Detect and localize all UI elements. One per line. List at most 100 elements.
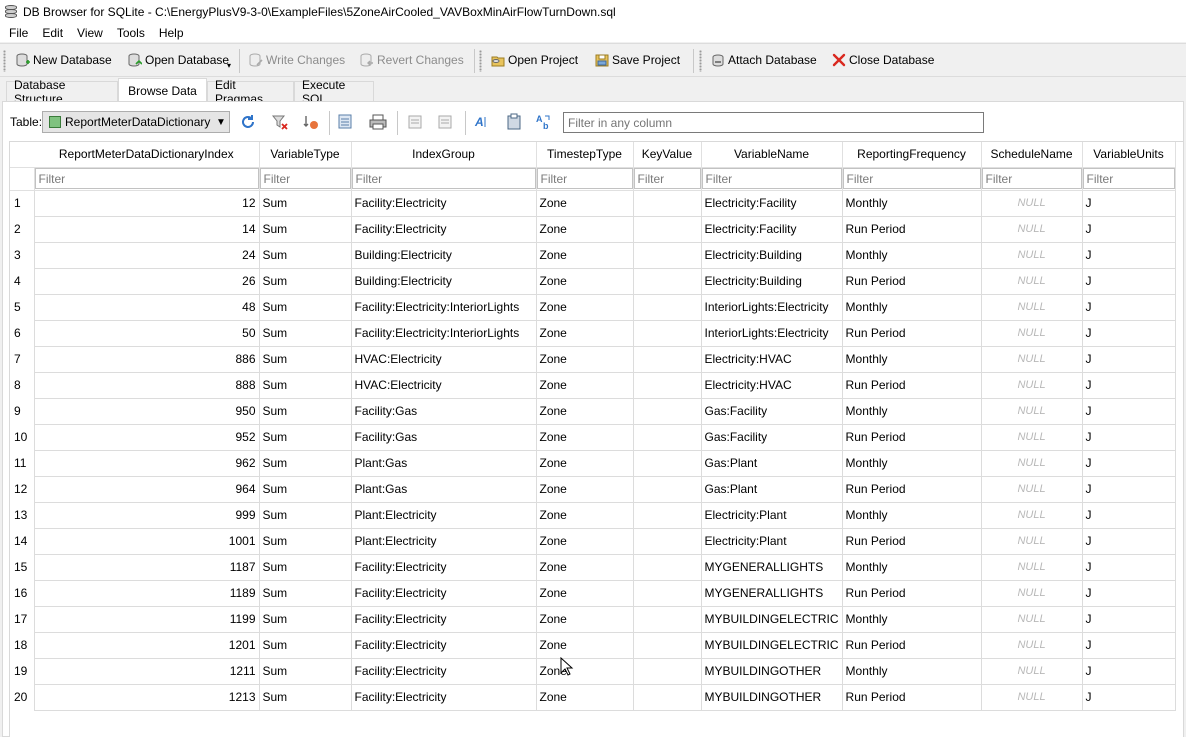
table-cell[interactable]: MYBUILDINGOTHER xyxy=(701,658,843,685)
table-cell[interactable]: NULL xyxy=(981,346,1083,373)
table-cell[interactable]: Sum xyxy=(259,658,352,685)
table-cell[interactable]: 50 xyxy=(34,320,260,347)
clear-filters-icon[interactable] xyxy=(271,113,289,131)
column-header[interactable]: VariableName xyxy=(701,142,843,168)
table-cell[interactable]: J xyxy=(1082,190,1176,217)
column-header[interactable]: ReportingFrequency xyxy=(842,142,982,168)
table-cell[interactable]: 1199 xyxy=(34,606,260,633)
row-number[interactable]: 7 xyxy=(10,346,35,372)
row-number[interactable]: 9 xyxy=(10,398,35,424)
table-cell[interactable]: Monthly xyxy=(842,242,982,269)
table-cell[interactable]: Zone xyxy=(536,190,634,217)
table-cell[interactable]: Electricity:HVAC xyxy=(701,372,843,399)
table-cell[interactable]: Sum xyxy=(259,424,352,451)
table-cell[interactable]: J xyxy=(1082,554,1176,581)
table-cell[interactable] xyxy=(633,346,702,373)
table-cell[interactable]: Gas:Facility xyxy=(701,424,843,451)
open-database-dropdown-icon[interactable]: ▾ xyxy=(227,61,231,70)
column-header[interactable]: TimestepType xyxy=(536,142,634,168)
row-number[interactable]: 16 xyxy=(10,580,35,606)
table-cell[interactable]: J xyxy=(1082,580,1176,607)
table-cell[interactable]: Facility:Electricity xyxy=(351,632,537,659)
table-cell[interactable]: Monthly xyxy=(842,398,982,425)
toolbar-grip[interactable] xyxy=(699,50,702,72)
table-cell[interactable]: 1187 xyxy=(34,554,260,581)
table-cell[interactable]: J xyxy=(1082,216,1176,243)
table-cell[interactable]: J xyxy=(1082,320,1176,347)
table-cell[interactable] xyxy=(633,528,702,555)
table-cell[interactable] xyxy=(633,502,702,529)
table-cell[interactable]: J xyxy=(1082,424,1176,451)
table-cell[interactable]: NULL xyxy=(981,372,1083,399)
table-cell[interactable]: 1211 xyxy=(34,658,260,685)
table-cell[interactable]: Zone xyxy=(536,606,634,633)
table-cell[interactable]: Plant:Gas xyxy=(351,450,537,477)
table-cell[interactable]: 886 xyxy=(34,346,260,373)
row-number[interactable]: 15 xyxy=(10,554,35,580)
row-number[interactable]: 12 xyxy=(10,476,35,502)
table-cell[interactable]: Facility:Electricity xyxy=(351,580,537,607)
row-number[interactable]: 14 xyxy=(10,528,35,554)
open-database-button[interactable]: Open Database xyxy=(122,47,235,73)
column-header[interactable]: VariableType xyxy=(259,142,352,168)
column-filter-input[interactable] xyxy=(842,168,981,189)
table-cell[interactable]: Building:Electricity xyxy=(351,242,537,269)
print-icon[interactable] xyxy=(369,113,387,131)
table-cell[interactable]: Electricity:HVAC xyxy=(701,346,843,373)
menu-help[interactable]: Help xyxy=(152,26,191,40)
row-number[interactable]: 11 xyxy=(10,450,35,476)
table-cell[interactable]: 24 xyxy=(34,242,260,269)
table-cell[interactable]: NULL xyxy=(981,606,1083,633)
table-cell[interactable]: Zone xyxy=(536,372,634,399)
toolbar-grip[interactable] xyxy=(3,50,6,72)
menu-file[interactable]: File xyxy=(2,26,35,40)
table-cell[interactable]: Sum xyxy=(259,476,352,503)
table-cell[interactable]: Building:Electricity xyxy=(351,268,537,295)
menu-view[interactable]: View xyxy=(70,26,110,40)
table-cell[interactable]: NULL xyxy=(981,398,1083,425)
table-cell[interactable] xyxy=(633,294,702,321)
table-cell[interactable]: Run Period xyxy=(842,320,982,347)
table-cell[interactable]: Sum xyxy=(259,398,352,425)
table-cell[interactable]: Electricity:Plant xyxy=(701,528,843,555)
table-cell[interactable]: Run Period xyxy=(842,528,982,555)
table-cell[interactable]: Monthly xyxy=(842,502,982,529)
row-number[interactable]: 2 xyxy=(10,216,35,242)
table-cell[interactable]: 1201 xyxy=(34,632,260,659)
column-header[interactable]: IndexGroup xyxy=(351,142,537,168)
save-table-icon[interactable] xyxy=(337,113,355,131)
column-filter-input[interactable] xyxy=(633,168,700,189)
table-cell[interactable]: MYGENERALLIGHTS xyxy=(701,580,843,607)
table-cell[interactable] xyxy=(633,268,702,295)
table-cell[interactable]: Facility:Electricity xyxy=(351,606,537,633)
table-cell[interactable]: J xyxy=(1082,372,1176,399)
filter-any-column-input[interactable] xyxy=(563,112,984,133)
table-cell[interactable] xyxy=(633,658,702,685)
table-cell[interactable] xyxy=(633,242,702,269)
row-number[interactable]: 4 xyxy=(10,268,35,294)
table-cell[interactable]: Facility:Electricity xyxy=(351,190,537,217)
column-header[interactable]: KeyValue xyxy=(633,142,702,168)
table-cell[interactable]: 26 xyxy=(34,268,260,295)
table-cell[interactable] xyxy=(633,320,702,347)
table-cell[interactable]: Gas:Facility xyxy=(701,398,843,425)
table-cell[interactable]: NULL xyxy=(981,190,1083,217)
table-cell[interactable]: 1189 xyxy=(34,580,260,607)
clipboard-icon[interactable] xyxy=(505,113,523,131)
column-filter-input[interactable] xyxy=(701,168,842,189)
table-cell[interactable]: Run Period xyxy=(842,268,982,295)
table-cell[interactable]: InteriorLights:Electricity xyxy=(701,294,843,321)
column-header[interactable]: ScheduleName xyxy=(981,142,1083,168)
table-cell[interactable]: Zone xyxy=(536,554,634,581)
table-cell[interactable]: Facility:Electricity xyxy=(351,554,537,581)
table-cell[interactable]: Zone xyxy=(536,528,634,555)
table-cell[interactable]: Zone xyxy=(536,242,634,269)
table-cell[interactable]: Facility:Electricity xyxy=(351,216,537,243)
table-cell[interactable]: Run Period xyxy=(842,632,982,659)
table-cell[interactable]: Sum xyxy=(259,242,352,269)
close-database-button[interactable]: Close Database xyxy=(826,47,940,73)
table-cell[interactable]: NULL xyxy=(981,424,1083,451)
table-cell[interactable]: Monthly xyxy=(842,606,982,633)
table-cell[interactable]: Sum xyxy=(259,320,352,347)
tab-edit-pragmas[interactable]: Edit Pragmas xyxy=(207,78,294,106)
